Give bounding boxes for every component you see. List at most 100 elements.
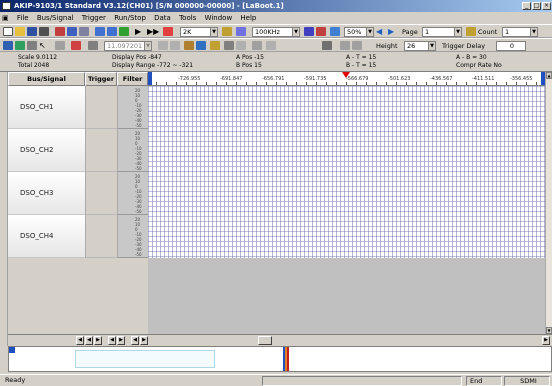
minimize-button[interactable]: _: [522, 2, 531, 10]
menu-bus-signal[interactable]: Bus/Signal: [34, 12, 77, 24]
count-select[interactable]: 1 ▼: [502, 27, 538, 37]
menu-help[interactable]: Help: [237, 12, 259, 24]
height-up-icon[interactable]: [352, 41, 362, 50]
rate-select[interactable]: 100KHz ▼: [252, 27, 300, 37]
count-icon[interactable]: [466, 27, 476, 36]
trigger-marker-icon[interactable]: [342, 72, 350, 78]
bus-icon[interactable]: [15, 41, 25, 50]
a-pos-text[interactable]: A Pos -15: [236, 54, 264, 62]
a-t-text[interactable]: A - T = 15: [346, 54, 376, 62]
grid-icon[interactable]: [3, 41, 13, 50]
copy-icon[interactable]: [67, 27, 77, 36]
signal-row-ch3[interactable]: DSO_CH3: [8, 172, 85, 215]
scroll-down-icon[interactable]: ▼: [546, 327, 552, 334]
filter-cell-ch3[interactable]: 20 10 0 -10 -20 -30 -40 -50: [118, 172, 149, 215]
next-page-icon[interactable]: ▶: [388, 27, 398, 36]
save-icon[interactable]: [27, 27, 37, 36]
menu-trigger[interactable]: Trigger: [79, 12, 109, 24]
scroll-left-icon[interactable]: ◀: [85, 336, 93, 345]
close-button[interactable]: ×: [542, 2, 551, 10]
trigger-cell-ch4[interactable]: [86, 215, 118, 258]
horizontal-scrollbar[interactable]: ◀ ◀ ▶ ◀ ▶ ◀ ▶ ▶: [8, 334, 552, 346]
overview-left-marker[interactable]: [9, 347, 15, 353]
filter-cell-ch1[interactable]: 20 10 0 -10 -20 -30 -40 -50: [118, 86, 149, 129]
trigger-icon[interactable]: [224, 41, 234, 50]
scroll-thumb[interactable]: [258, 336, 272, 345]
filter-cell-ch4[interactable]: 20 10 0 -10 -20 -30 -40 -50: [118, 215, 149, 258]
height-select[interactable]: 26 ▼: [404, 41, 436, 51]
settings-icon[interactable]: [322, 41, 332, 50]
trigger-cell-ch1[interactable]: [86, 86, 118, 129]
overview-window[interactable]: [75, 350, 215, 368]
vertical-scrollbar[interactable]: ▲ ▼: [545, 72, 552, 334]
run-icon[interactable]: ▶: [135, 27, 145, 36]
paste-icon[interactable]: [79, 27, 89, 36]
new-icon[interactable]: [3, 27, 13, 36]
marker-icon[interactable]: [71, 41, 81, 50]
prev-icon[interactable]: [158, 41, 168, 50]
depth-select[interactable]: 2K ▼: [180, 27, 218, 37]
a-b-text[interactable]: A - B = 30: [456, 54, 487, 62]
menu-tools[interactable]: Tools: [176, 12, 199, 24]
page-select[interactable]: 1 ▼: [422, 27, 462, 37]
filter-cell-ch2[interactable]: 20 10 0 -10 -20 -30 -40 -50: [118, 129, 149, 172]
app-icon[interactable]: [2, 2, 11, 10]
capture-icon[interactable]: [119, 27, 129, 36]
scroll-end-icon[interactable]: ▶: [542, 336, 550, 345]
menu-file[interactable]: File: [14, 12, 32, 24]
search-icon[interactable]: [88, 41, 98, 50]
col-header-signal[interactable]: Bus/Signal: [8, 72, 85, 86]
zoom-out-icon[interactable]: [107, 27, 117, 36]
trigger-delay-field[interactable]: 0: [496, 41, 526, 51]
trigger-cell-ch3[interactable]: [86, 172, 118, 215]
minus-icon[interactable]: [222, 27, 232, 36]
rate-icon[interactable]: [236, 27, 246, 36]
mdi-icon[interactable]: ▣: [0, 12, 12, 24]
print-icon[interactable]: [39, 27, 49, 36]
b-t-text[interactable]: B - T = 15: [346, 62, 376, 70]
height-down-icon[interactable]: [340, 41, 350, 50]
find-icon[interactable]: [236, 41, 246, 50]
scroll-prev-icon[interactable]: ◀: [108, 336, 116, 345]
decrease-icon[interactable]: [304, 27, 314, 36]
signal-row-ch2[interactable]: DSO_CH2: [8, 129, 85, 172]
marker-b-icon[interactable]: [196, 41, 206, 50]
signal-row-ch4[interactable]: DSO_CH4: [8, 215, 85, 258]
scroll-page-right-icon[interactable]: ▶: [140, 336, 148, 345]
col-header-filter[interactable]: Filter: [117, 72, 148, 86]
goto-icon[interactable]: [266, 41, 276, 50]
prev-page-icon[interactable]: ◀: [376, 27, 386, 36]
next-icon[interactable]: [170, 41, 180, 50]
waveform-area[interactable]: [148, 86, 545, 258]
stop-icon[interactable]: [163, 27, 173, 36]
cursor-icon[interactable]: ↖: [39, 41, 49, 50]
run-continuous-icon[interactable]: ▶▶: [147, 27, 159, 36]
marker-a-icon[interactable]: [184, 41, 194, 50]
col-header-trigger[interactable]: Trigger: [85, 72, 117, 86]
maximize-button[interactable]: □: [532, 2, 541, 10]
menu-window[interactable]: Window: [202, 12, 236, 24]
menu-run-stop[interactable]: Run/Stop: [111, 12, 149, 24]
zoom-in-icon[interactable]: [95, 27, 105, 36]
menu-data[interactable]: Data: [151, 12, 174, 24]
scroll-next-icon[interactable]: ▶: [117, 336, 125, 345]
overview-panel[interactable]: [8, 346, 552, 372]
measure-icon[interactable]: [55, 41, 65, 50]
marker-t-icon[interactable]: [210, 41, 220, 50]
open-icon[interactable]: [15, 27, 25, 36]
ruler-start-marker[interactable]: [148, 72, 152, 85]
zoom-select[interactable]: 50% ▼: [344, 27, 374, 37]
time-ruler[interactable]: -726.955 -691.847 -656.791 -591.735 -566…: [148, 72, 547, 86]
scroll-right-icon[interactable]: ▶: [94, 336, 102, 345]
b-pos-text[interactable]: B Pos 15: [236, 62, 262, 70]
position-field[interactable]: 11.097201 ▼: [104, 41, 152, 51]
increase-icon[interactable]: [316, 27, 326, 36]
bookmark-icon[interactable]: [252, 41, 262, 50]
trigger-cell-ch2[interactable]: [86, 129, 118, 172]
list-icon[interactable]: [27, 41, 37, 50]
scroll-first-icon[interactable]: ◀: [76, 336, 84, 345]
overview-trigger-marker[interactable]: [283, 347, 289, 371]
scroll-page-left-icon[interactable]: ◀: [131, 336, 139, 345]
equal-icon[interactable]: [330, 27, 340, 36]
scroll-up-icon[interactable]: ▲: [546, 72, 552, 79]
